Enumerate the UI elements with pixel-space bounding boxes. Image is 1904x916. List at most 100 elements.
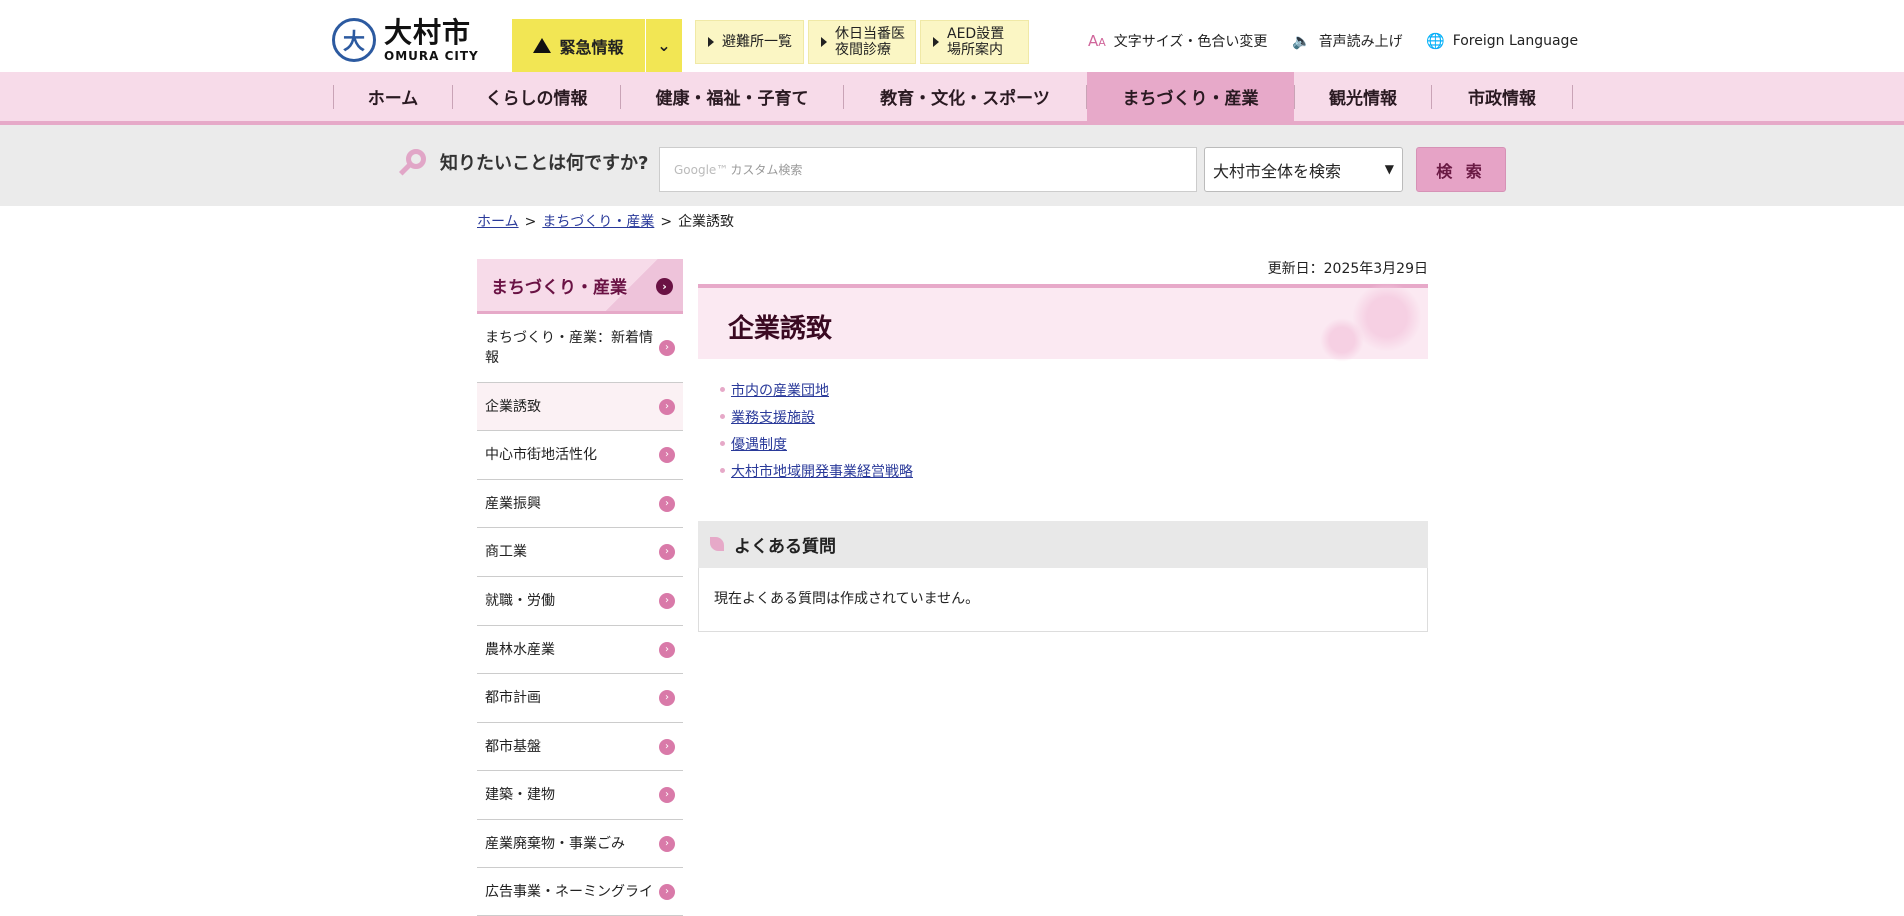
nav-item-health[interactable]: 健康・福祉・子育て bbox=[621, 72, 843, 121]
search-button[interactable]: 検 索 bbox=[1416, 147, 1506, 192]
city-emblem-icon: 大 bbox=[332, 18, 376, 62]
link-industrial-parks[interactable]: 市内の産業団地 bbox=[731, 383, 829, 399]
page-title: 企業誘致 bbox=[728, 314, 833, 344]
triangle-right-icon bbox=[933, 37, 939, 47]
sidebar-item-commerce[interactable]: 商工業 › bbox=[477, 528, 683, 577]
sidebar-item-label: 中心市街地活性化 bbox=[485, 447, 597, 463]
sidebar-item-label: 就職・労働 bbox=[485, 593, 555, 609]
sidebar-item-industry-promotion[interactable]: 産業振興 › bbox=[477, 480, 683, 528]
chevron-right-icon: › bbox=[659, 641, 675, 658]
sidebar-item-business-attraction[interactable]: 企業誘致 › bbox=[477, 383, 683, 431]
chevron-right-icon: › bbox=[659, 544, 675, 560]
chevron-right-icon: › bbox=[659, 835, 675, 852]
site-logo[interactable]: 大 大村市 OMURA CITY bbox=[332, 17, 479, 63]
search-input[interactable]: Google™ カスタム検索 bbox=[659, 147, 1197, 192]
global-nav: ホーム くらしの情報 健康・福祉・子育て 教育・文化・スポーツ まちづくり・産業… bbox=[0, 72, 1904, 125]
sidebar-item-label: 都市計画 bbox=[485, 690, 541, 706]
sidebar-item-buildings[interactable]: 建築・建物 › bbox=[477, 771, 683, 820]
sidebar-heading[interactable]: まちづくり・産業 › bbox=[477, 259, 683, 314]
sidebar-item-label: 建築・建物 bbox=[485, 787, 555, 803]
sidebar-item-industrial-waste[interactable]: 産業廃棄物・事業ごみ › bbox=[477, 820, 683, 868]
sidebar-heading-label: まちづくり・産業 bbox=[491, 277, 627, 298]
sidebar-item-advertising[interactable]: 広告事業・ネーミングライ › bbox=[477, 868, 683, 916]
sidebar-item-downtown[interactable]: 中心市街地活性化 › bbox=[477, 431, 683, 480]
search-prompt: 知りたいことは何ですか? bbox=[398, 147, 648, 177]
quick-link-label-2: 場所案内 bbox=[947, 42, 1003, 58]
site-header: 大 大村市 OMURA CITY 緊急情報 ⌄ 避難所一覧 休日当番医 夜間診療 … bbox=[0, 0, 1904, 72]
chevron-right-icon: › bbox=[659, 447, 675, 463]
breadcrumb-home[interactable]: ホーム bbox=[477, 214, 519, 230]
sidebar-item-infrastructure[interactable]: 都市基盤 › bbox=[477, 723, 683, 771]
quick-link-label: AED設置 bbox=[947, 25, 1005, 42]
list-item: 市内の産業団地 bbox=[720, 380, 913, 407]
foreign-language-label: Foreign Language bbox=[1452, 33, 1579, 49]
chevron-right-icon: › bbox=[659, 398, 675, 415]
globe-icon: 🌐 bbox=[1426, 32, 1445, 50]
sidebar-item-label: 広告事業・ネーミングライ bbox=[485, 883, 653, 900]
sidebar-item-label: 産業振興 bbox=[485, 495, 541, 512]
list-item: 大村市地域開発事業経営戦略 bbox=[720, 461, 913, 488]
sidebar-item-agriculture[interactable]: 農林水産業 › bbox=[477, 626, 683, 674]
nav-item-living[interactable]: くらしの情報 bbox=[453, 72, 620, 121]
sidebar-item-label: 農林水産業 bbox=[485, 641, 555, 658]
faq-heading: よくある質問 bbox=[698, 521, 1428, 568]
sidebar-item-label: 企業誘致 bbox=[485, 398, 541, 415]
link-business-strategy[interactable]: 大村市地域開発事業経営戦略 bbox=[731, 464, 913, 480]
evacuation-list-button[interactable]: 避難所一覧 bbox=[695, 20, 804, 64]
faq-body: 現在よくある質問は作成されていません。 bbox=[698, 568, 1428, 632]
aed-locations-button[interactable]: AED設置 場所案内 bbox=[920, 20, 1029, 64]
chevron-right-icon: › bbox=[659, 787, 675, 803]
search-icon bbox=[398, 147, 428, 177]
chevron-right-icon: › bbox=[659, 593, 675, 609]
breadcrumb-separator: > bbox=[660, 214, 673, 230]
nav-item-education[interactable]: 教育・文化・スポーツ bbox=[844, 72, 1086, 121]
topic-links: 市内の産業団地 業務支援施設 優遇制度 大村市地域開発事業経営戦略 bbox=[720, 380, 913, 488]
search-scope-select[interactable]: 大村市全体を検索 ▼ bbox=[1204, 147, 1403, 192]
breadcrumb-section[interactable]: まちづくり・産業 bbox=[542, 214, 654, 230]
chevron-down-icon: ▼ bbox=[1384, 162, 1394, 176]
voice-reader-label: 音声読み上げ bbox=[1318, 34, 1403, 50]
font-color-label: 文字サイズ・色合い変更 bbox=[1113, 34, 1268, 50]
nav-item-city-admin[interactable]: 市政情報 bbox=[1432, 72, 1572, 121]
sidebar-item-label: 商工業 bbox=[485, 544, 527, 560]
petal-icon bbox=[710, 537, 724, 551]
holiday-doctor-button[interactable]: 休日当番医 夜間診療 bbox=[808, 20, 916, 64]
voice-reader-link[interactable]: 🔈 音声読み上げ bbox=[1292, 30, 1403, 52]
foreign-language-link[interactable]: 🌐 Foreign Language bbox=[1426, 30, 1578, 52]
triangle-right-icon bbox=[821, 37, 827, 47]
emergency-expand-button[interactable]: ⌄ bbox=[645, 19, 682, 72]
breadcrumb-current: 企業誘致 bbox=[678, 214, 735, 230]
sidebar-item-news[interactable]: まちづくり・産業：新着情報 › bbox=[477, 314, 683, 383]
nav-item-home[interactable]: ホーム bbox=[334, 72, 452, 121]
list-item: 優遇制度 bbox=[720, 434, 913, 461]
chevron-right-icon: › bbox=[659, 495, 675, 512]
google-logo: Google™ bbox=[674, 162, 729, 177]
chevron-down-icon: ⌄ bbox=[657, 36, 671, 55]
sidebar-item-label: 産業廃棄物・事業ごみ bbox=[485, 835, 625, 852]
sidebar-item-employment[interactable]: 就職・労働 › bbox=[477, 577, 683, 626]
emergency-info: 緊急情報 ⌄ bbox=[512, 19, 682, 72]
logo-name-en: OMURA CITY bbox=[384, 48, 479, 63]
sidebar-item-label: 都市基盤 bbox=[485, 738, 541, 755]
font-color-settings-link[interactable]: AA 文字サイズ・色合い変更 bbox=[1088, 30, 1267, 52]
nav-item-town-industry[interactable]: まちづくり・産業 bbox=[1087, 72, 1294, 121]
search-placeholder: カスタム検索 bbox=[730, 163, 803, 177]
chevron-right-icon: › bbox=[656, 278, 673, 295]
sidebar-item-urban-planning[interactable]: 都市計画 › bbox=[477, 674, 683, 723]
nav-item-tourism[interactable]: 観光情報 bbox=[1295, 72, 1431, 121]
list-item: 業務支援施設 bbox=[720, 407, 913, 434]
breadcrumb: ホーム > まちづくり・産業 > 企業誘致 bbox=[477, 211, 734, 231]
chevron-right-icon: › bbox=[659, 883, 675, 900]
sidebar-item-label: まちづくり・産業：新着情報 bbox=[485, 330, 653, 366]
emergency-info-button[interactable]: 緊急情報 bbox=[512, 19, 645, 72]
sidebar-menu: まちづくり・産業：新着情報 › 企業誘致 › 中心市街地活性化 › 産業振興 › 商工業… bbox=[477, 314, 683, 916]
link-incentives[interactable]: 優遇制度 bbox=[731, 437, 787, 453]
chevron-right-icon: › bbox=[659, 738, 675, 755]
search-prompt-label: 知りたいことは何ですか? bbox=[440, 153, 649, 174]
page-title-box: 企業誘致 bbox=[698, 282, 1428, 362]
quick-link-label-2: 夜間診療 bbox=[835, 42, 891, 58]
chevron-right-icon: › bbox=[659, 690, 675, 706]
link-business-support[interactable]: 業務支援施設 bbox=[731, 410, 815, 426]
faq-heading-label: よくある質問 bbox=[734, 537, 836, 557]
flower-decoration-icon bbox=[1320, 318, 1364, 362]
